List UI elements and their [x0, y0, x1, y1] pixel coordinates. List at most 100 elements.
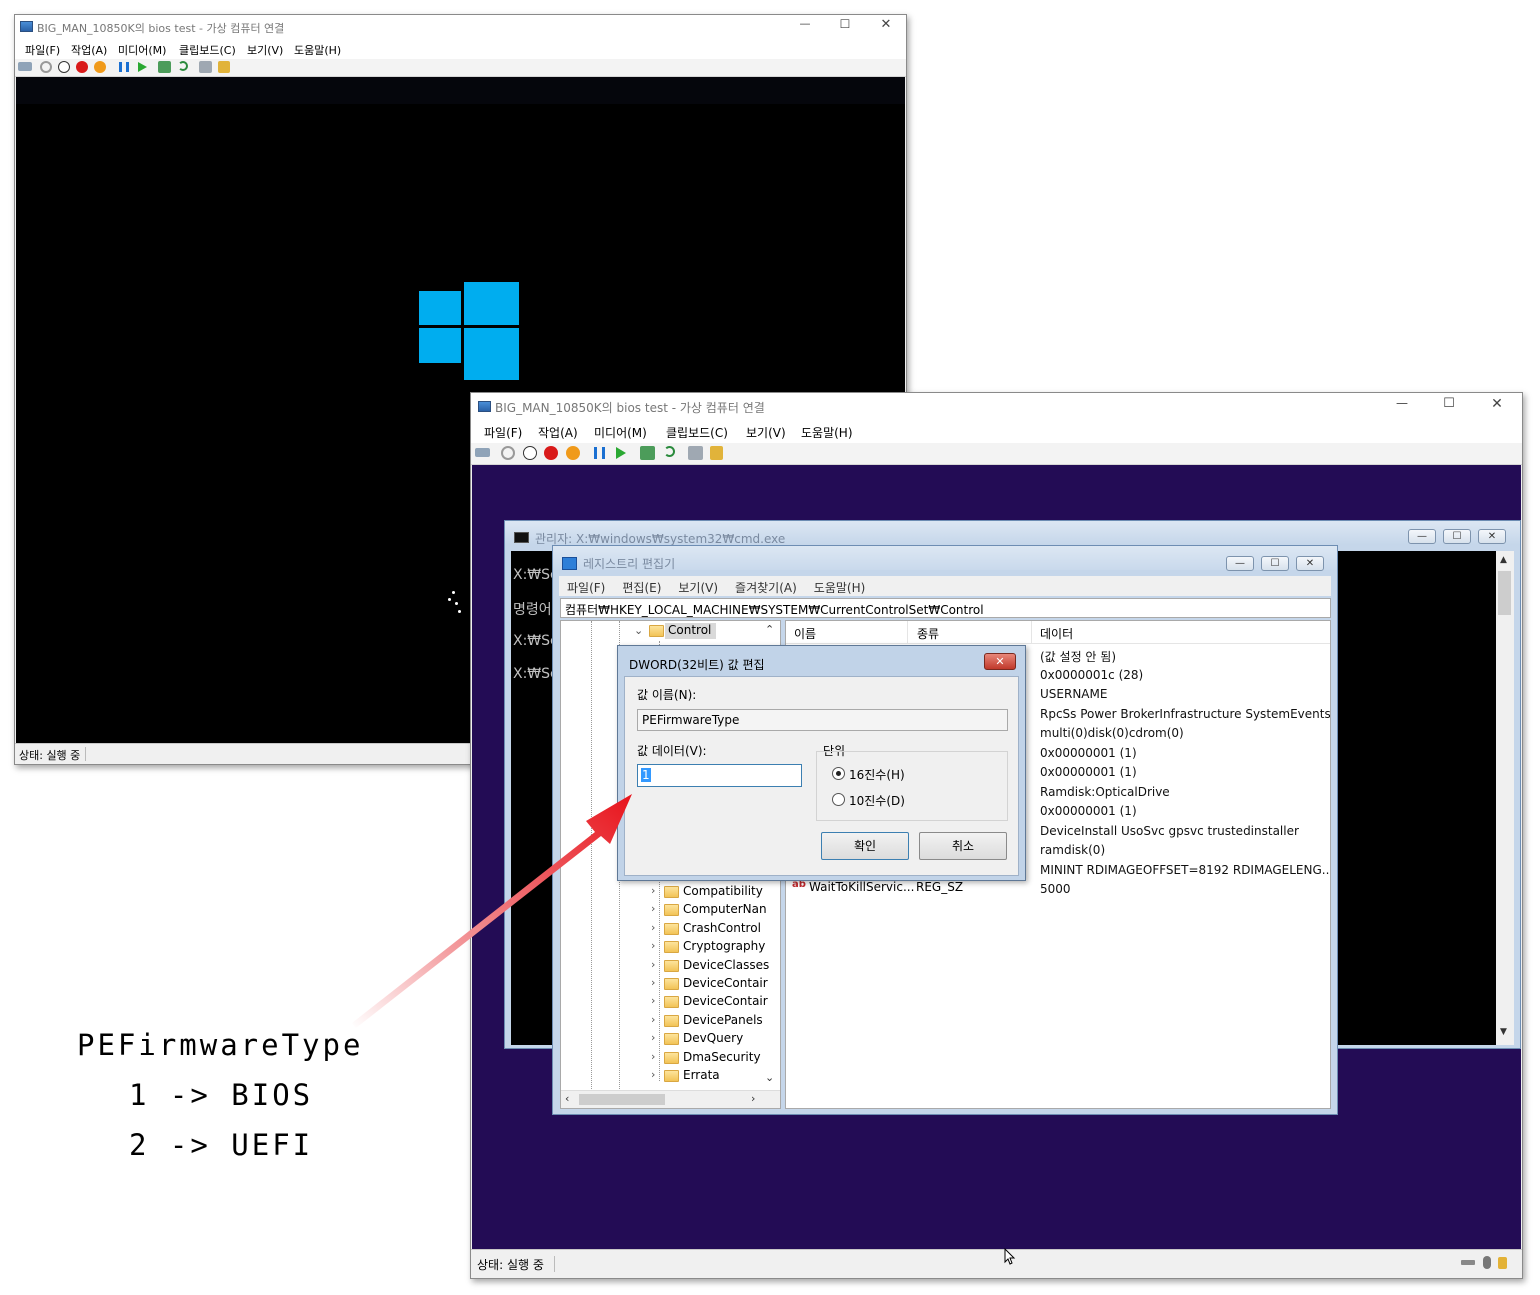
checkpoint-icon[interactable] [640, 446, 655, 460]
tree-item[interactable]: › Errata [561, 1067, 766, 1085]
hyperv-icon [478, 401, 491, 412]
cmd-scrollbar[interactable]: ▲ ▼ [1496, 551, 1514, 1045]
minimize-button[interactable]: — [1226, 556, 1254, 571]
tree-scroll-down-icon[interactable]: ⌄ [765, 1071, 774, 1084]
close-button[interactable]: ✕ [1296, 556, 1324, 571]
menu-view[interactable]: 보기(V) [678, 579, 718, 596]
pause-icon[interactable] [594, 447, 605, 459]
radio-hex[interactable] [832, 767, 845, 780]
save-icon[interactable] [566, 446, 580, 460]
chevron-right-icon[interactable]: › [651, 1068, 655, 1081]
dword-edit-dialog: DWORD(32비트) 값 편집 ✕ 값 이름(N): PEFirmwareTy… [617, 645, 1026, 881]
ctrl-alt-del-icon[interactable] [475, 448, 490, 457]
share-icon[interactable] [218, 61, 230, 73]
chevron-down-icon[interactable]: ⌄ [634, 624, 643, 637]
dialog-close-button[interactable]: ✕ [984, 653, 1016, 670]
value-data: Ramdisk:OpticalDrive [1040, 784, 1170, 799]
shutdown-icon[interactable] [544, 446, 558, 460]
pause-icon[interactable] [119, 62, 129, 72]
menu-file[interactable]: 파일(F) [25, 42, 60, 58]
folder-icon [664, 1070, 679, 1082]
shutdown-icon[interactable] [76, 61, 88, 73]
menu-file[interactable]: 파일(F) [484, 424, 522, 441]
menu-bar: 파일(F) 작업(A) 미디어(M) 클립보드(C) 보기(V) 도움말(H) [15, 39, 906, 59]
menu-help[interactable]: 도움말(H) [801, 424, 853, 441]
start-icon[interactable] [40, 61, 52, 73]
chevron-right-icon[interactable]: › [651, 1031, 655, 1044]
chevron-right-icon[interactable]: › [651, 958, 655, 971]
tree-item[interactable]: › DevQuery [561, 1030, 766, 1048]
close-button[interactable]: ✕ [1478, 529, 1506, 544]
turn-off-icon[interactable] [58, 61, 70, 73]
checkpoint-icon[interactable] [158, 61, 171, 73]
chevron-right-icon[interactable]: › [651, 921, 655, 934]
tree-scroll-up-icon[interactable]: ⌃ [765, 623, 774, 636]
scroll-up-icon[interactable]: ▲ [1500, 555, 1507, 565]
maximize-button[interactable]: ☐ [1436, 396, 1462, 411]
menu-media[interactable]: 미디어(M) [118, 42, 166, 58]
revert-icon[interactable] [178, 61, 188, 71]
tree-item-selected[interactable]: ⌄ Control [561, 622, 761, 640]
minimize-button[interactable]: — [793, 17, 817, 30]
column-data[interactable]: 데이터 [1040, 625, 1073, 642]
ok-button[interactable]: 확인 [821, 832, 909, 860]
menu-help[interactable]: 도움말(H) [294, 42, 341, 58]
chevron-right-icon[interactable]: › [651, 902, 655, 915]
start-icon[interactable] [501, 446, 515, 460]
menu-clipboard[interactable]: 클립보드(C) [666, 424, 728, 441]
annotation-line-2: 1 -> BIOS [129, 1078, 314, 1112]
menu-action[interactable]: 작업(A) [538, 424, 578, 441]
minimize-button[interactable]: — [1408, 529, 1436, 544]
maximize-button[interactable]: ☐ [1261, 556, 1289, 571]
table-row[interactable]: ab WaitToKillServic... REG_SZ [790, 879, 1030, 897]
value-data-input[interactable]: 1 [637, 764, 802, 787]
maximize-button[interactable]: ☐ [1443, 529, 1471, 544]
menu-help[interactable]: 도움말(H) [814, 579, 866, 596]
chevron-right-icon[interactable]: › [651, 1013, 655, 1026]
menu-action[interactable]: 작업(A) [71, 42, 107, 58]
menu-clipboard[interactable]: 클립보드(C) [179, 42, 236, 58]
close-button[interactable]: ✕ [874, 17, 898, 32]
column-type[interactable]: 종류 [917, 625, 939, 642]
status-text: 상태: 실행 중 [477, 1258, 544, 1272]
enhanced-session-icon[interactable] [688, 446, 703, 460]
scroll-thumb[interactable] [579, 1094, 665, 1105]
scroll-left-icon[interactable]: ‹ [565, 1092, 569, 1105]
minimize-button[interactable]: — [1389, 396, 1415, 410]
chevron-right-icon[interactable]: › [651, 884, 655, 897]
chevron-right-icon[interactable]: › [651, 976, 655, 989]
enhanced-session-icon[interactable] [199, 61, 212, 73]
ctrl-alt-del-icon[interactable] [18, 62, 32, 71]
maximize-button[interactable]: ☐ [833, 17, 857, 31]
resume-icon[interactable] [138, 62, 147, 72]
share-icon[interactable] [710, 446, 723, 460]
vm-titlebar: BIG_MAN_10850K의 bios test - 가상 컴퓨터 연결 — … [15, 15, 906, 39]
cancel-button[interactable]: 취소 [919, 832, 1007, 860]
scroll-down-icon[interactable]: ▼ [1500, 1027, 1507, 1037]
menu-file[interactable]: 파일(F) [567, 579, 605, 596]
menu-view[interactable]: 보기(V) [746, 424, 786, 441]
menu-favorites[interactable]: 즐겨찾기(A) [735, 579, 797, 596]
value-data: 5000 [1040, 882, 1071, 896]
scroll-right-icon[interactable]: › [751, 1092, 755, 1105]
turn-off-icon[interactable] [523, 446, 537, 460]
menu-media[interactable]: 미디어(M) [594, 424, 647, 441]
menu-view[interactable]: 보기(V) [247, 42, 283, 58]
close-button[interactable]: ✕ [1484, 396, 1510, 412]
mouse-cursor-icon [1004, 1248, 1016, 1265]
save-icon[interactable] [94, 61, 106, 73]
chevron-right-icon[interactable]: › [651, 939, 655, 952]
revert-icon[interactable] [664, 446, 675, 457]
address-bar[interactable]: 컴퓨터₩HKEY_LOCAL_MACHINE₩SYSTEM₩CurrentCon… [560, 598, 1331, 618]
value-name-field[interactable]: PEFirmwareType [637, 709, 1008, 731]
resume-icon[interactable] [616, 447, 626, 459]
chevron-right-icon[interactable]: › [651, 1050, 655, 1063]
menu-edit[interactable]: 편집(E) [622, 579, 661, 596]
radio-hex-label: 16진수(H) [849, 768, 905, 782]
column-name[interactable]: 이름 [794, 625, 816, 642]
radio-dec[interactable] [832, 793, 845, 806]
tree-item[interactable]: › DmaSecurity [561, 1049, 766, 1067]
tree-hscrollbar[interactable]: ‹ › [561, 1090, 780, 1108]
chevron-right-icon[interactable]: › [651, 994, 655, 1007]
scroll-thumb[interactable] [1498, 571, 1511, 615]
